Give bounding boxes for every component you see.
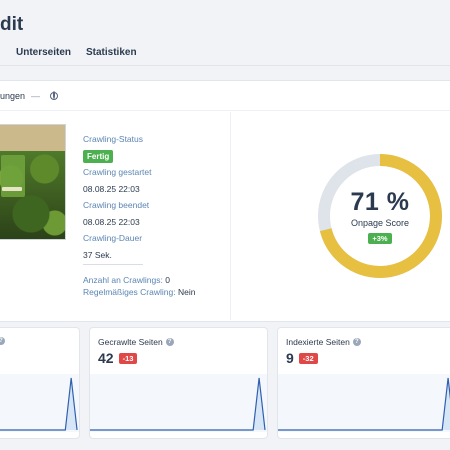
crawl-duration-label: Crawling-Dauer bbox=[83, 233, 143, 243]
status-badge: Fertig bbox=[83, 150, 114, 163]
vertical-divider bbox=[230, 112, 231, 320]
crawl-started-value: 08.08.25 22:03 bbox=[83, 184, 140, 194]
stat-sparkline bbox=[90, 374, 267, 432]
breadcrumb-label: ungen bbox=[0, 90, 26, 101]
regular-crawling-value: Nein bbox=[177, 287, 196, 297]
stat-sparkline bbox=[278, 374, 450, 432]
stat-card-gecrawlte-seiten: Gecrawlte Seiten ? 42 -13 bbox=[89, 327, 268, 439]
crawl-ended-label: Crawling beendet bbox=[83, 200, 150, 210]
score-label: Onpage Score bbox=[350, 218, 410, 228]
stat-title: Indexierte Seiten bbox=[286, 337, 350, 347]
stat-title: Gecrawlte Seiten bbox=[98, 337, 163, 347]
tab-unterseiten[interactable]: Unterseiten bbox=[16, 47, 71, 58]
help-icon[interactable]: ? bbox=[352, 338, 361, 346]
globe-icon[interactable] bbox=[50, 91, 59, 100]
stat-delta-badge: -13 bbox=[118, 352, 138, 364]
sparkline-background bbox=[278, 374, 450, 432]
breadcrumb-separator: — bbox=[31, 90, 41, 101]
help-icon[interactable]: ? bbox=[0, 337, 5, 345]
stat-delta-badge: -32 bbox=[298, 352, 318, 364]
info-divider bbox=[83, 264, 143, 265]
score-text: 71 % Onpage Score +3% bbox=[315, 188, 445, 246]
score-value: 71 % bbox=[350, 188, 410, 216]
screenshot-header bbox=[0, 125, 65, 151]
stat-sparkline bbox=[0, 374, 79, 432]
crawl-duration-value: 37 Sek. bbox=[83, 250, 112, 260]
sparkline-background bbox=[90, 374, 267, 432]
stat-card-1: ? bbox=[0, 327, 80, 439]
crawl-count-value: 0 bbox=[165, 275, 170, 285]
tab-bar: Unterseiten Statistiken bbox=[0, 0, 450, 66]
regular-crawling: Regelmäßiges Crawling: Nein bbox=[83, 287, 195, 297]
crawl-count: Anzahl an Crawlings: 0 bbox=[83, 275, 170, 285]
crawl-count-label: Anzahl an Crawlings: bbox=[83, 275, 163, 285]
stat-card-indexierte-seiten: Indexierte Seiten ? 9 -32 bbox=[277, 327, 450, 439]
screenshot-modal-button bbox=[2, 187, 22, 191]
crawl-started-label: Crawling gestartet bbox=[83, 167, 152, 177]
stat-value: 42 bbox=[98, 350, 114, 366]
regular-crawling-label: Regelmäßiges Crawling: bbox=[83, 287, 176, 297]
tab-statistiken[interactable]: Statistiken bbox=[86, 47, 137, 58]
help-icon[interactable]: ? bbox=[165, 338, 174, 346]
stat-value: 9 bbox=[286, 350, 294, 366]
breadcrumb: ungen — bbox=[0, 81, 450, 111]
score-delta-badge: +3% bbox=[368, 233, 392, 244]
website-screenshot bbox=[0, 124, 66, 240]
crawl-status-label: Crawling-Status bbox=[83, 134, 143, 144]
crawl-ended-value: 08.08.25 22:03 bbox=[83, 217, 140, 227]
